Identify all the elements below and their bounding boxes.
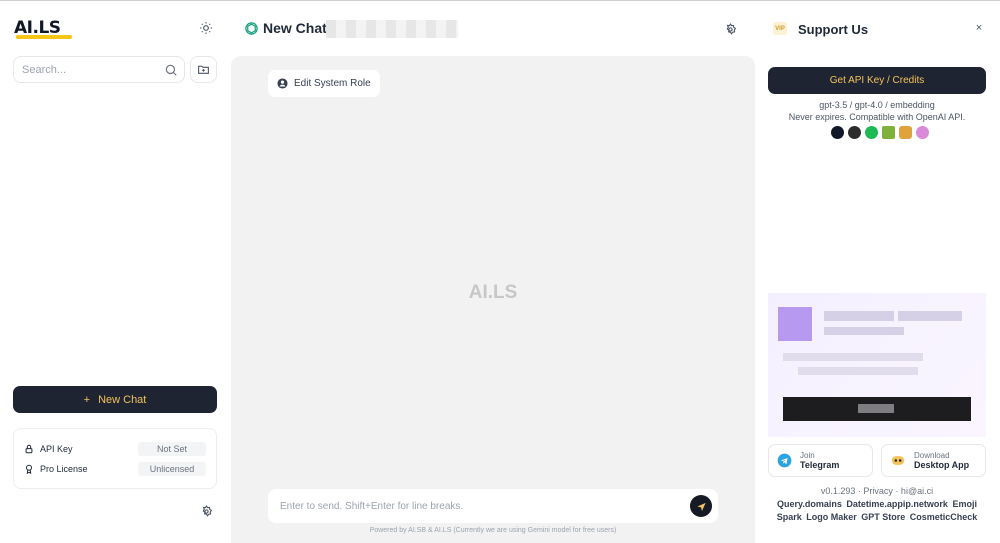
api-key-row[interactable]: API Key Not Set — [24, 439, 206, 459]
send-icon — [696, 502, 706, 511]
message-input-box — [268, 489, 718, 523]
user-circle-icon — [277, 78, 288, 89]
award-icon — [24, 464, 38, 474]
folder-plus-icon — [198, 65, 209, 74]
redacted-title-area — [326, 20, 458, 38]
sidebar: AI.LS + New Chat API Key Not Set — [0, 1, 230, 543]
get-api-key-button[interactable]: Get API Key / Credits — [768, 67, 986, 94]
chart-app-icon[interactable] — [882, 126, 895, 139]
spotify-icon[interactable] — [865, 126, 878, 139]
search-input[interactable] — [22, 63, 162, 76]
edit-system-role-label: Edit System Role — [294, 78, 371, 89]
partner-links: Query.domains Datetime.appip.network Emo… — [768, 498, 986, 524]
support-panel-title: Support Us — [798, 22, 869, 37]
partner-icons — [831, 126, 929, 139]
status-card: API Key Not Set Pro License Unlicensed — [13, 428, 217, 489]
pro-license-status: Unlicensed — [138, 462, 206, 476]
promo-text-block — [824, 327, 904, 335]
link-emoji[interactable]: Emoji — [952, 499, 977, 509]
cat-icon[interactable] — [848, 126, 861, 139]
link-datetime[interactable]: Datetime.appip.network — [846, 499, 948, 509]
box-app-icon[interactable] — [899, 126, 912, 139]
promo-action-text — [858, 404, 894, 413]
logo-underline — [16, 35, 72, 39]
join-telegram-button[interactable]: Join Telegram — [768, 444, 873, 477]
powered-by-note: Powered by AI.SB & AI.LS (Currently we a… — [369, 527, 617, 534]
new-folder-button[interactable] — [190, 56, 217, 83]
pro-license-row[interactable]: Pro License Unlicensed — [24, 459, 206, 479]
promo-text-block — [798, 367, 918, 375]
promo-text-block — [824, 311, 894, 321]
telegram-icon — [777, 453, 792, 468]
chat-title: New Chat — [263, 20, 327, 36]
link-spark[interactable]: Spark — [777, 512, 802, 522]
promo-text-block — [898, 311, 962, 321]
robot-icon — [891, 456, 905, 465]
link-cosmeticcheck[interactable]: CosmeticCheck — [910, 512, 978, 522]
chat-settings-button[interactable] — [722, 21, 738, 37]
gear-icon — [725, 22, 736, 35]
theme-toggle-button[interactable] — [196, 18, 216, 38]
app-window: AI.LS + New Chat API Key Not Set — [0, 0, 1000, 543]
sidebar-settings-button[interactable] — [198, 503, 214, 519]
search-box — [13, 56, 185, 83]
api-key-status: Not Set — [138, 442, 206, 456]
version-privacy-line[interactable]: v0.1.293 · Privacy · hi@ai.ci — [768, 486, 986, 496]
plus-icon: + — [83, 393, 91, 406]
spiral-icon[interactable] — [916, 126, 929, 139]
link-query-domains[interactable]: Query.domains — [777, 499, 842, 509]
telegram-small-label: Join — [800, 451, 815, 460]
pro-license-label: Pro License — [40, 464, 88, 474]
download-desktop-button[interactable]: Download Desktop App — [881, 444, 986, 477]
compatibility-text: Never expires. Compatible with OpenAI AP… — [788, 112, 966, 122]
link-logo-maker[interactable]: Logo Maker — [806, 512, 857, 522]
openai-logo-icon — [245, 22, 258, 35]
link-gpt-store[interactable]: GPT Store — [861, 512, 905, 522]
telegram-label: Telegram — [800, 460, 840, 470]
promo-logo — [778, 307, 812, 341]
brand-watermark: AI.LS — [468, 282, 518, 303]
sun-icon — [200, 22, 212, 34]
send-button[interactable] — [690, 495, 712, 517]
new-chat-button[interactable]: + New Chat — [13, 386, 217, 413]
api-key-label: API Key — [40, 444, 73, 454]
vip-icon: VIP — [773, 22, 787, 35]
edit-system-role-button[interactable]: Edit System Role — [268, 70, 380, 97]
search-icon — [165, 64, 177, 76]
lock-icon — [24, 444, 38, 454]
promo-text-block — [783, 353, 923, 361]
gear-icon — [201, 504, 212, 517]
code-icon[interactable] — [831, 126, 844, 139]
models-text: gpt-3.5 / gpt-4.0 / embedding — [819, 100, 935, 110]
promo-banner[interactable] — [768, 293, 986, 437]
new-chat-label: New Chat — [98, 393, 147, 406]
desktop-label: Desktop App — [914, 460, 970, 470]
message-input[interactable] — [280, 500, 706, 512]
desktop-small-label: Download — [914, 451, 950, 460]
close-panel-button[interactable]: × — [972, 21, 986, 35]
